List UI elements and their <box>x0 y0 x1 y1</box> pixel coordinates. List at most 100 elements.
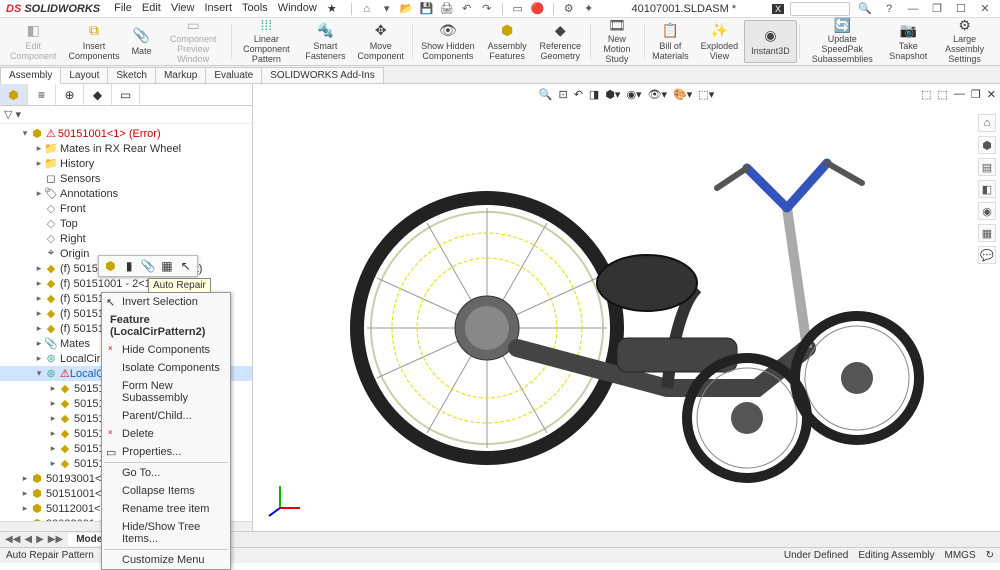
section-icon[interactable]: ◨ <box>589 88 599 101</box>
menu-help[interactable]: ★ <box>327 2 337 15</box>
ctx-rename[interactable]: Rename tree item <box>102 500 230 518</box>
ctx-cursor-icon[interactable]: ↖ <box>178 258 193 274</box>
move-component-button[interactable]: ✥Move Component <box>351 20 410 63</box>
exploded-view-button[interactable]: ✨Exploded View <box>695 20 745 63</box>
show-hidden-button[interactable]: 👁Show Hidden Components <box>414 20 481 63</box>
tab-markup[interactable]: Markup <box>155 67 206 83</box>
ctx-customize[interactable]: Customize Menu <box>102 551 230 569</box>
search-box[interactable] <box>790 2 850 16</box>
menu-window[interactable]: Window <box>278 2 317 15</box>
rebuild-icon[interactable]: 🔴 <box>531 2 545 16</box>
edit-component-button[interactable]: ◧Edit Component <box>4 20 63 63</box>
insert-components-button[interactable]: ⧉Insert Components <box>63 20 126 63</box>
config-tab[interactable]: ⊕ <box>56 84 84 105</box>
hide-show-icon[interactable]: 👁▾ <box>648 88 668 101</box>
tree-history[interactable]: History <box>60 158 94 170</box>
home-icon[interactable]: ⌂ <box>360 2 374 16</box>
ctx-attach-icon[interactable]: 📎 <box>141 258 156 274</box>
ctx-isolate-components[interactable]: Isolate Components <box>102 359 230 377</box>
tab-addins[interactable]: SOLIDWORKS Add-Ins <box>261 67 383 83</box>
tree-top-plane[interactable]: Top <box>60 218 78 230</box>
scene-icon[interactable]: ⬚▾ <box>698 88 714 101</box>
menu-file[interactable]: File <box>114 2 132 15</box>
zoom-fit-icon[interactable]: 🔍 <box>539 88 553 101</box>
feature-tree-tab[interactable]: ⬢ <box>0 84 28 105</box>
ctx-invert-icon[interactable]: ⬢ <box>103 258 118 274</box>
tab-assembly[interactable]: Assembly <box>0 67 61 84</box>
restore-icon[interactable]: ❐ <box>928 2 946 16</box>
display-tab[interactable]: ◆ <box>84 84 112 105</box>
smart-fasteners-button[interactable]: 🔩Smart Fasteners <box>299 20 351 63</box>
print-icon[interactable]: 🖨 <box>440 2 454 16</box>
x-badge[interactable]: X <box>772 4 784 14</box>
zoom-area-icon[interactable]: ⊡ <box>558 88 567 101</box>
ctx-properties[interactable]: ▭Properties... <box>102 443 230 461</box>
tab-sketch[interactable]: Sketch <box>107 67 156 83</box>
ctx-feature-header: Feature (LocalCirPattern2) <box>102 311 230 341</box>
other-tab[interactable]: ▭ <box>112 84 140 105</box>
bom-button[interactable]: 📋Bill of Materials <box>646 20 695 63</box>
display-style-icon[interactable]: ◉▾ <box>626 88 641 101</box>
tree-annotations[interactable]: Annotations <box>60 188 118 200</box>
component-preview-button[interactable]: ▭Component Preview Window <box>158 20 229 63</box>
tree-mates-rx[interactable]: Mates in RX Rear Wheel <box>60 143 181 155</box>
tree-root[interactable]: 50151001<1> (Error) <box>58 128 161 140</box>
graphics-viewport[interactable]: 🔍 ⊡ ↶ ◨ ⬢▾ ◉▾ 👁▾ 🎨▾ ⬚▾ ⬚ ⬚ — ❐ ✕ ⌂ ⬢ ▤ ◧… <box>253 84 1000 531</box>
mate-button[interactable]: 📎Mate <box>126 20 158 63</box>
tree-sensors[interactable]: Sensors <box>60 173 100 185</box>
redo-icon[interactable]: ↷ <box>480 2 494 16</box>
ctx-form-subassembly[interactable]: Form New Subassembly <box>102 377 230 407</box>
app-logo: DS SOLIDWORKS <box>0 3 106 15</box>
settings-icon[interactable]: ✦ <box>582 2 596 16</box>
appearance-icon[interactable]: 🎨▾ <box>673 88 692 101</box>
ctx-parent-child[interactable]: Parent/Child... <box>102 407 230 425</box>
tree-right-plane[interactable]: Right <box>60 233 86 245</box>
ctx-isolate-icon[interactable]: ▮ <box>122 258 137 274</box>
tab-layout[interactable]: Layout <box>60 67 108 83</box>
instant3d-button[interactable]: ◉Instant3D <box>744 20 797 63</box>
select-icon[interactable]: ▭ <box>511 2 525 16</box>
linear-pattern-button[interactable]: ⁞⁞⁞Linear Component Pattern <box>233 20 299 63</box>
new-motion-study-button[interactable]: 🎞New Motion Study <box>592 20 641 63</box>
new-icon[interactable]: ▾ <box>380 2 394 16</box>
undo-icon[interactable]: ↶ <box>460 2 474 16</box>
close-icon[interactable]: ✕ <box>976 2 994 16</box>
tab-nav[interactable]: ◀◀◀▶▶▶ <box>0 534 68 545</box>
help-icon[interactable]: ? <box>880 2 898 16</box>
tree-filter[interactable]: ▽ ▾ <box>0 106 252 124</box>
ctx-delete[interactable]: ×Delete <box>102 425 230 443</box>
options-icon[interactable]: ⚙ <box>562 2 576 16</box>
status-units[interactable]: MMGS <box>945 550 976 561</box>
open-icon[interactable]: 📂 <box>400 2 414 16</box>
ctx-collapse[interactable]: Collapse Items <box>102 482 230 500</box>
maximize-icon[interactable]: ☐ <box>952 2 970 16</box>
take-snapshot-button[interactable]: 📷Take Snapshot <box>883 20 933 63</box>
tree-mates-1[interactable]: Mates <box>60 338 90 350</box>
menu-insert[interactable]: Insert <box>204 2 232 15</box>
context-menu: ↖Invert Selection Feature (LocalCirPatte… <box>101 292 231 570</box>
prev-view-icon[interactable]: ↶ <box>574 88 583 101</box>
tree-origin[interactable]: Origin <box>60 248 89 260</box>
search-icon[interactable]: 🔍 <box>856 2 874 16</box>
status-refresh-icon[interactable]: ↻ <box>986 550 994 561</box>
view-orient-icon[interactable]: ⬢▾ <box>605 88 620 101</box>
tab-evaluate[interactable]: Evaluate <box>205 67 262 83</box>
save-icon[interactable]: 💾 <box>420 2 434 16</box>
assembly-features-button[interactable]: ⬢Assembly Features <box>481 20 532 63</box>
menu-view[interactable]: View <box>171 2 195 15</box>
menu-tools[interactable]: Tools <box>242 2 268 15</box>
ctx-grid-icon[interactable]: ▦ <box>159 258 174 274</box>
property-tab[interactable]: ≡ <box>28 84 56 105</box>
update-speedpak-button[interactable]: 🔄Update SpeedPak Subassemblies <box>801 20 883 63</box>
minimize-icon[interactable]: — <box>904 2 922 16</box>
ctx-hideshow-tree[interactable]: Hide/Show Tree Items... <box>102 518 230 548</box>
ctx-goto[interactable]: Go To... <box>102 464 230 482</box>
menu-edit[interactable]: Edit <box>142 2 161 15</box>
reference-geometry-button[interactable]: ◆Reference Geometry <box>533 20 588 63</box>
main-menu: File Edit View Insert Tools Window ★ <box>106 2 337 15</box>
ctx-invert-selection[interactable]: ↖Invert Selection <box>102 293 230 311</box>
tree-front-plane[interactable]: Front <box>60 203 86 215</box>
orientation-triad[interactable] <box>265 478 305 521</box>
ctx-hide-components[interactable]: ×Hide Components <box>102 341 230 359</box>
large-assembly-button[interactable]: ⚙Large Assembly Settings <box>933 20 996 63</box>
